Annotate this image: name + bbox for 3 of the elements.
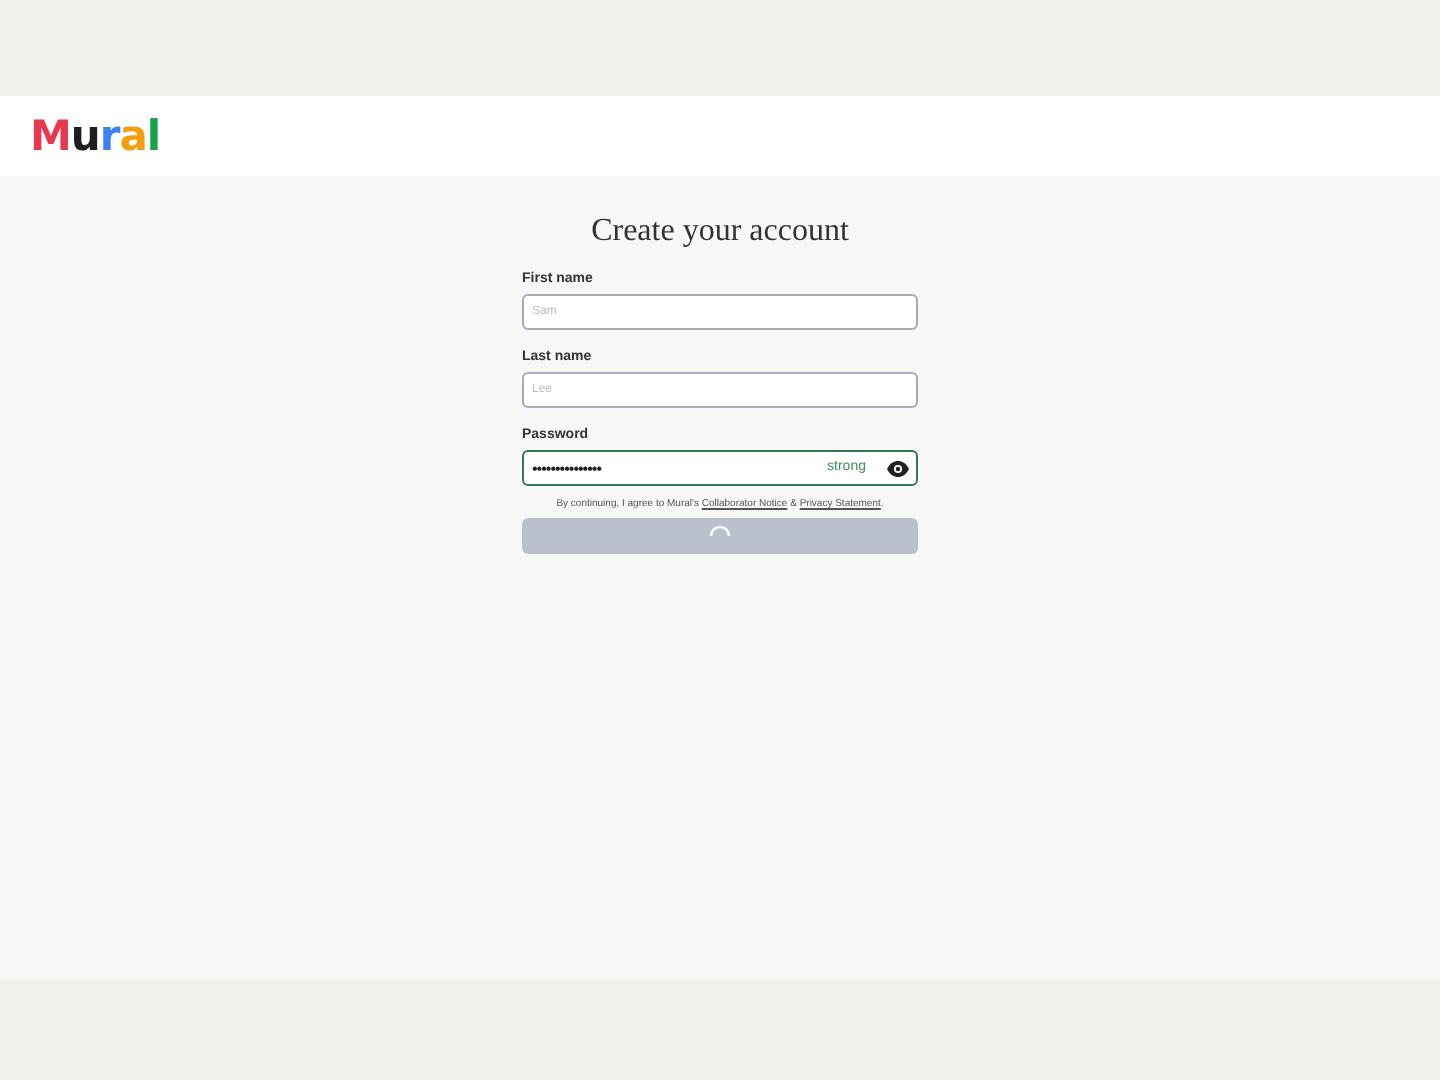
logo[interactable]: Mural [30,115,161,157]
eye-icon[interactable] [886,459,910,477]
page-title: Create your account [589,214,851,250]
